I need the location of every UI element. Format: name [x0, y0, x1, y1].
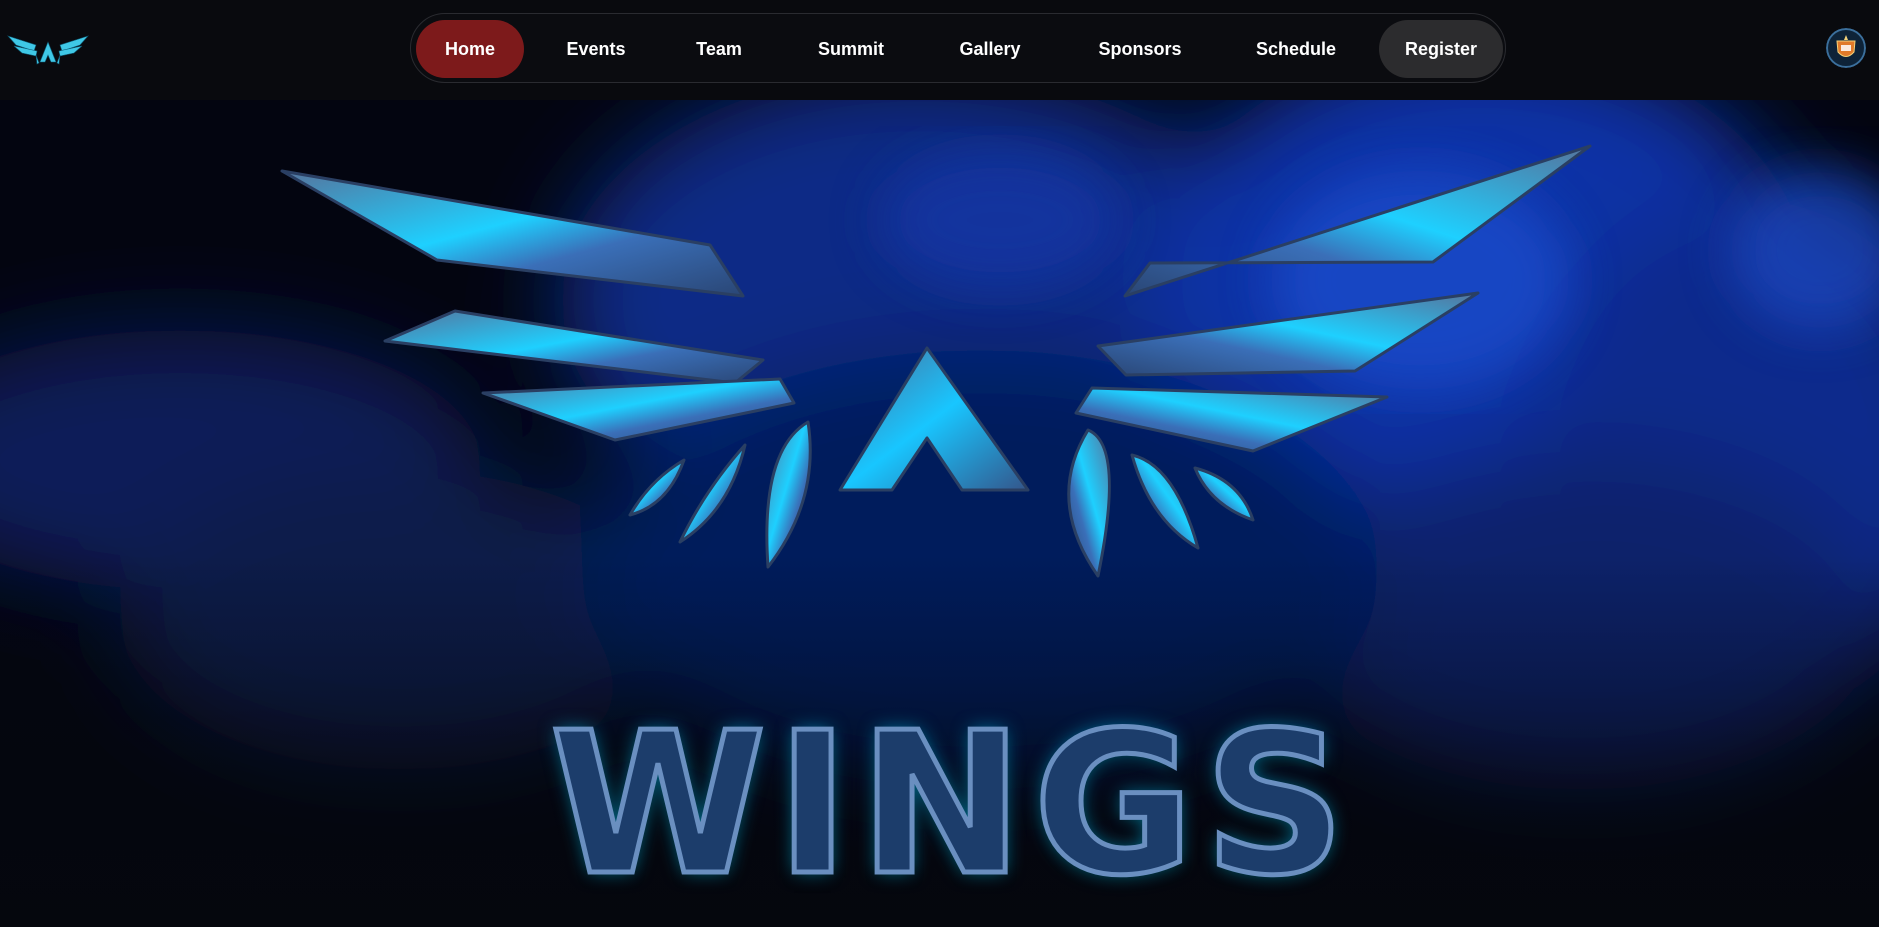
main-nav: Home Events Team Summit Gallery Sponsors…	[410, 13, 1506, 83]
nav-schedule[interactable]: Schedule	[1232, 20, 1360, 78]
nav-team[interactable]: Team	[671, 20, 767, 78]
nav-sponsors[interactable]: Sponsors	[1078, 20, 1202, 78]
winged-a-logo-icon[interactable]	[6, 28, 90, 66]
nav-events[interactable]: Events	[542, 20, 650, 78]
register-button[interactable]: Register	[1379, 20, 1503, 78]
hero-wordmark: WINGS	[548, 691, 1356, 919]
hero-banner: WINGS	[0, 100, 1879, 927]
site-header: Home Events Team Summit Gallery Sponsors…	[0, 0, 1879, 101]
college-crest-icon[interactable]	[1826, 28, 1866, 68]
nav-gallery[interactable]: Gallery	[936, 20, 1044, 78]
nav-home[interactable]: Home	[416, 20, 524, 78]
nav-summit[interactable]: Summit	[797, 20, 905, 78]
